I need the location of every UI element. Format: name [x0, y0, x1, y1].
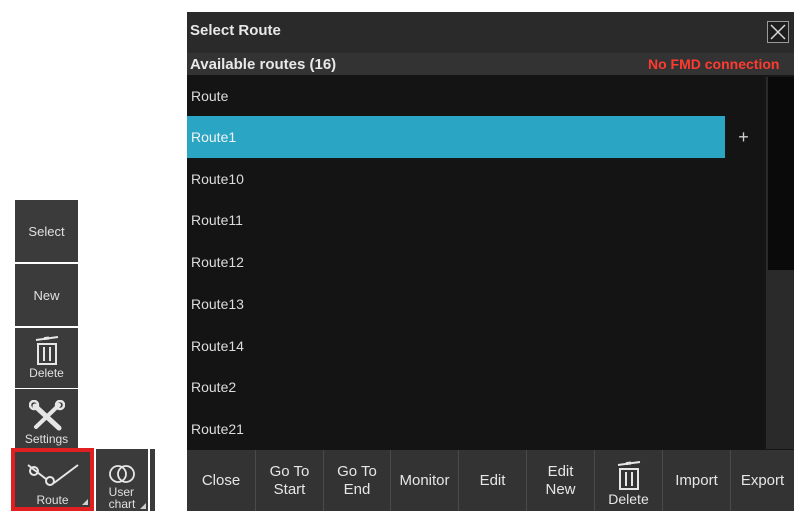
settings-label: Settings [24, 432, 69, 446]
tools-icon [28, 400, 65, 431]
go-to-start-button[interactable]: Go To Start [256, 450, 324, 511]
close-icon[interactable] [767, 21, 789, 43]
available-routes-count: Available routes (16) [190, 56, 337, 73]
dialog-title-bar: Select Route [187, 12, 794, 53]
list-item[interactable]: Route2 [187, 366, 727, 408]
route-label: Route [36, 493, 69, 507]
route-icon [26, 464, 79, 486]
delete-button[interactable]: Delete [595, 450, 663, 511]
scroll-thumb[interactable] [768, 77, 794, 270]
route-button[interactable]: Route [11, 448, 94, 511]
dialog-title: Select Route [190, 22, 281, 39]
delete-side-label: Delete [29, 366, 64, 380]
corner-indicator [82, 499, 88, 505]
select-route-dialog: Select Route Available routes (16) No FM… [187, 12, 794, 511]
delete-label: Delete [608, 491, 649, 507]
delete-side-button[interactable]: Delete [15, 328, 78, 388]
new-label: New [33, 287, 60, 303]
corner-indicator [140, 503, 146, 509]
route-list[interactable]: Route Route1 + Route10 Route11 Route12 R… [187, 75, 764, 450]
trash-icon [35, 336, 58, 365]
edit-button[interactable]: Edit [459, 450, 527, 511]
list-item[interactable]: Route10 [187, 158, 727, 200]
select-label: Select [28, 223, 65, 239]
add-button[interactable]: + [727, 116, 760, 158]
x-icon [770, 24, 786, 40]
monitor-button[interactable]: Monitor [391, 450, 459, 511]
list-item[interactable]: Route11 [187, 199, 727, 241]
export-button[interactable]: Export [731, 450, 794, 511]
import-button[interactable]: Import [663, 450, 731, 511]
available-routes-header: Available routes (16) No FMD connection [187, 53, 794, 75]
user-chart-label: User chart [108, 485, 136, 511]
list-column-header: Route [191, 88, 229, 104]
fmd-status: No FMD connection [648, 56, 780, 72]
new-button[interactable]: New [15, 264, 78, 326]
action-bar: Close Go To Start Go To End Monitor Edit… [187, 450, 794, 511]
list-item[interactable]: Route14 [187, 325, 727, 367]
settings-button[interactable]: Settings [15, 389, 78, 448]
list-item[interactable]: Route21 [187, 408, 727, 450]
edit-new-button[interactable]: Edit New [527, 450, 595, 511]
user-chart-button[interactable]: User chart [96, 449, 148, 511]
select-button[interactable]: Select [15, 200, 78, 262]
scrollbar[interactable] [766, 77, 794, 449]
list-item[interactable]: Route12 [187, 241, 727, 283]
trash-icon [617, 461, 640, 490]
user-chart-icon [109, 465, 135, 483]
close-button[interactable]: Close [187, 450, 256, 511]
go-to-end-button[interactable]: Go To End [324, 450, 391, 511]
list-item[interactable]: Route1 [187, 116, 725, 158]
list-item[interactable]: Route13 [187, 283, 727, 325]
next-toolbar-button[interactable] [150, 449, 155, 511]
